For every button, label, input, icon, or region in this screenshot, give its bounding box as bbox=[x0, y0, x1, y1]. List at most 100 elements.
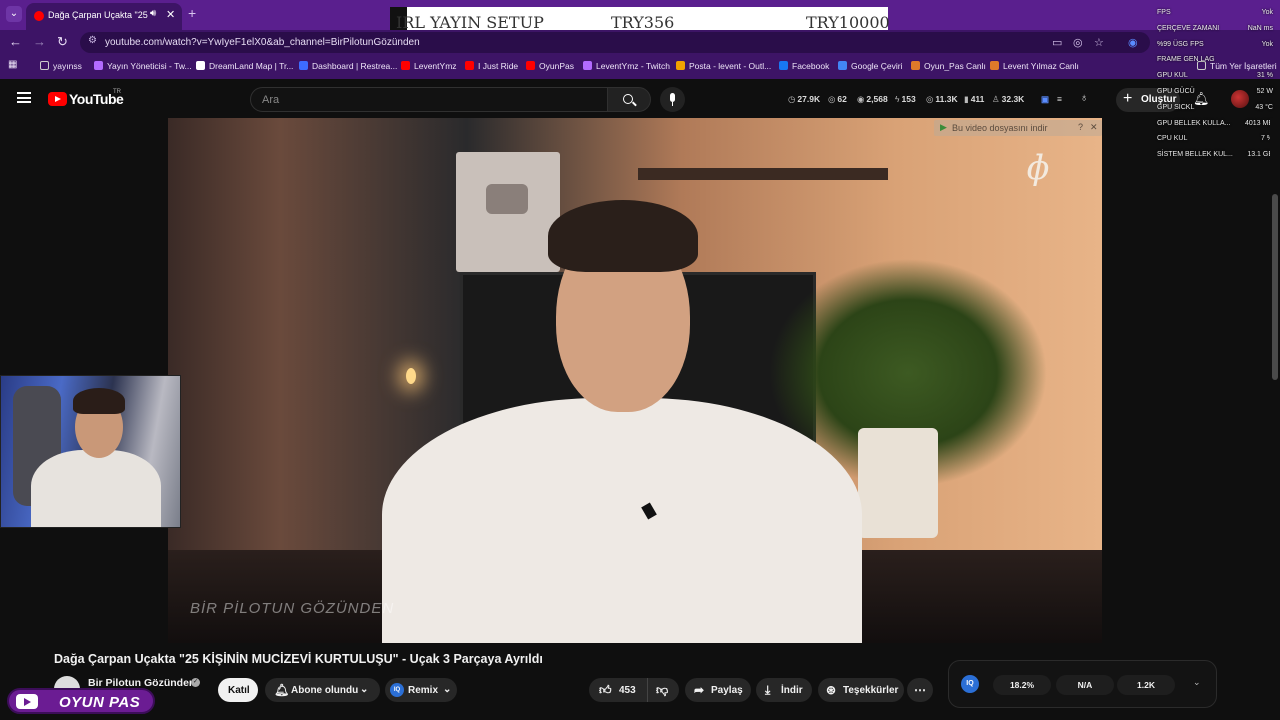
forward-icon[interactable]: → bbox=[33, 34, 46, 49]
perf-value: 52 W bbox=[1256, 88, 1273, 95]
search-input[interactable]: Ara bbox=[250, 87, 608, 112]
share-button[interactable]: ➦ Paylaş bbox=[685, 678, 751, 702]
video-scene-lamp bbox=[406, 368, 416, 384]
video-player[interactable]: ɸ BİR PİLOTUN GÖZÜNDEN ▶ Bu video dosyas… bbox=[168, 118, 1102, 643]
subscribe-button[interactable]: 🔔︎ Abone olundu ⌄ bbox=[265, 678, 380, 702]
help-icon[interactable]: ? bbox=[1078, 122, 1083, 132]
bookmark-label: Posta - levent - Outl... bbox=[689, 61, 772, 71]
bookmark-item[interactable]: yayınss bbox=[40, 61, 82, 71]
youtube-icon bbox=[401, 61, 410, 70]
back-icon[interactable]: ← bbox=[9, 34, 22, 49]
coin-icon: ◉ bbox=[857, 94, 865, 104]
bookmark-item[interactable]: DreamLand Map | Tr... bbox=[196, 61, 293, 71]
youtube-header: YouTube TR Ara ◷ 27.9K ◎ 62 ◉ 2,568 ϟ 153 ◎ 1… bbox=[0, 80, 1280, 118]
scrollbar-thumb[interactable] bbox=[1272, 194, 1278, 380]
analytics-icon bbox=[990, 61, 999, 70]
speaker-icon[interactable]: 🔊︎ bbox=[150, 8, 156, 19]
remix-button[interactable]: IQ Remix ⌄ bbox=[385, 678, 457, 702]
perf-row: CPU KUL 7 % bbox=[1157, 135, 1273, 147]
cast-icon[interactable]: ▭ bbox=[1052, 36, 1062, 49]
iq-logo-icon[interactable]: IQ bbox=[961, 675, 979, 693]
perf-label: %99 ÜSG FPS bbox=[1157, 40, 1204, 48]
bookmark-item[interactable]: Levent Yılmaz Canlı bbox=[990, 61, 1079, 71]
apps-grid-icon[interactable]: ▦ bbox=[8, 59, 17, 70]
video-scene-play-button-award bbox=[456, 152, 560, 272]
bookmark-item[interactable]: Posta - levent - Outl... bbox=[676, 61, 771, 71]
bookmark-star-icon[interactable]: ☆ bbox=[1094, 36, 1104, 49]
stat-value: 27.9K bbox=[797, 94, 821, 104]
video-title: Dağa Çarpan Uçakta "25 KİŞİNİN MUCİZEVİ … bbox=[54, 652, 543, 666]
perf-row: %99 ÜSG FPS Yok bbox=[1157, 41, 1273, 53]
search-button[interactable] bbox=[607, 87, 651, 112]
bookmark-item[interactable]: Dashboard | Restrea... bbox=[299, 61, 397, 71]
bookmark-item[interactable]: LeventYmz - Twitch bbox=[583, 61, 670, 71]
twitch-icon bbox=[583, 61, 592, 70]
plus-icon: + bbox=[1123, 90, 1133, 107]
download-notice[interactable]: ▶ Bu video dosyasını indir ? ✕ bbox=[934, 120, 1102, 136]
chart-icon: ▮ bbox=[964, 94, 969, 104]
webcam-person-body bbox=[31, 450, 161, 527]
clock-icon: ◷ bbox=[788, 94, 796, 104]
thanks-label: Teşekkürler bbox=[843, 685, 899, 696]
video-scene-person-body bbox=[382, 398, 862, 643]
bookmark-item[interactable]: Facebook bbox=[779, 61, 829, 71]
youtube-icon bbox=[526, 61, 535, 70]
stat-item: ▮ 411 bbox=[964, 94, 984, 105]
eye-icon: ◎ bbox=[828, 94, 836, 104]
outlook-icon bbox=[676, 61, 685, 70]
iq-extension-icon[interactable]: ▣ bbox=[1041, 94, 1049, 105]
like-button[interactable]: 👍︎ 453 bbox=[589, 678, 647, 702]
video-scene-shelf bbox=[638, 168, 888, 180]
bookmark-favicon-icon bbox=[196, 61, 205, 70]
close-tab-icon[interactable]: ✕ bbox=[166, 8, 175, 21]
chevron-down-icon: ⌄ bbox=[360, 684, 369, 695]
stat-value: 153 bbox=[901, 94, 916, 104]
bookmark-item[interactable]: Yayın Yöneticisi - Tw... bbox=[94, 61, 192, 71]
bookmark-item[interactable]: I Just Ride bbox=[465, 61, 518, 71]
thumbs-up-icon: 👍︎ bbox=[599, 683, 612, 697]
browser-toolbar: ← → ↻ ⚙ youtube.com/watch?v=YwIyeF1elX0&… bbox=[0, 30, 1280, 55]
voice-search-button[interactable] bbox=[660, 87, 685, 112]
more-icon: ⋯ bbox=[914, 683, 926, 697]
premium-icon[interactable]: ♁ bbox=[1080, 92, 1088, 104]
url-text[interactable]: youtube.com/watch?v=YwIyeF1elX0&ab_chann… bbox=[105, 37, 420, 48]
download-icon: ⤓ bbox=[765, 683, 771, 697]
tab-search-button[interactable]: ⌄ bbox=[6, 6, 22, 22]
video-scene-pot bbox=[858, 428, 938, 538]
dislike-button[interactable]: 👎︎ bbox=[647, 678, 679, 702]
download-button[interactable]: ⤓ İndir bbox=[756, 678, 812, 702]
close-notice-icon[interactable]: ✕ bbox=[1090, 122, 1098, 133]
hamburger-menu-icon[interactable] bbox=[17, 92, 31, 103]
user-icon: ♙ bbox=[992, 94, 1000, 104]
stat-item: ◎ 62 bbox=[828, 94, 847, 105]
tracking-icon[interactable]: ◎ bbox=[1073, 36, 1083, 49]
join-button[interactable]: Katıl bbox=[218, 678, 258, 702]
page-scrollbar[interactable] bbox=[1270, 118, 1280, 720]
bookmark-label: Dashboard | Restrea... bbox=[312, 61, 398, 71]
bookmark-item[interactable]: LeventYmz bbox=[401, 61, 457, 71]
active-tab[interactable]: Dağa Çarpan Uçakta "25 Kİ 🔊︎ ✕ bbox=[26, 3, 182, 30]
more-actions-button[interactable]: ⋯ bbox=[907, 678, 933, 702]
perf-row: GPU KUL 31 % bbox=[1157, 72, 1273, 84]
search-placeholder: Ara bbox=[262, 94, 280, 106]
subscribe-label: Abone olundu bbox=[291, 685, 359, 696]
stat-item: ◉ 2,568 bbox=[857, 94, 888, 105]
address-bar[interactable]: ⚙ youtube.com/watch?v=YwIyeF1elX0&ab_cha… bbox=[80, 32, 1150, 53]
new-tab-button[interactable]: + bbox=[188, 5, 196, 21]
youtube-logo-icon[interactable] bbox=[48, 92, 67, 106]
bookmark-label: LeventYmz bbox=[414, 61, 457, 71]
bookmark-item[interactable]: Oyun_Pas Canlı bbox=[911, 61, 986, 71]
perf-label: GPU GÜCÜ bbox=[1157, 88, 1195, 95]
bookmark-item[interactable]: OyunPas bbox=[526, 61, 574, 71]
bookmark-label: LeventYmz - Twitch bbox=[596, 61, 671, 71]
thanks-button[interactable]: ⊛ Teşekkürler bbox=[818, 678, 904, 702]
list-icon[interactable]: ≡ bbox=[1057, 94, 1062, 104]
views-icon: ◎ bbox=[926, 94, 934, 104]
extension-icon[interactable]: ◉ bbox=[1128, 36, 1138, 49]
chevron-down-icon: ⌄ bbox=[443, 684, 452, 695]
stat-views: ◷ 27.9K bbox=[788, 94, 820, 105]
bookmark-item[interactable]: Google Çeviri bbox=[838, 61, 903, 71]
reload-icon[interactable]: ↻ bbox=[57, 34, 68, 50]
site-info-icon[interactable]: ⚙ bbox=[88, 35, 97, 46]
chevron-down-icon[interactable]: ⌄ bbox=[1193, 677, 1201, 688]
